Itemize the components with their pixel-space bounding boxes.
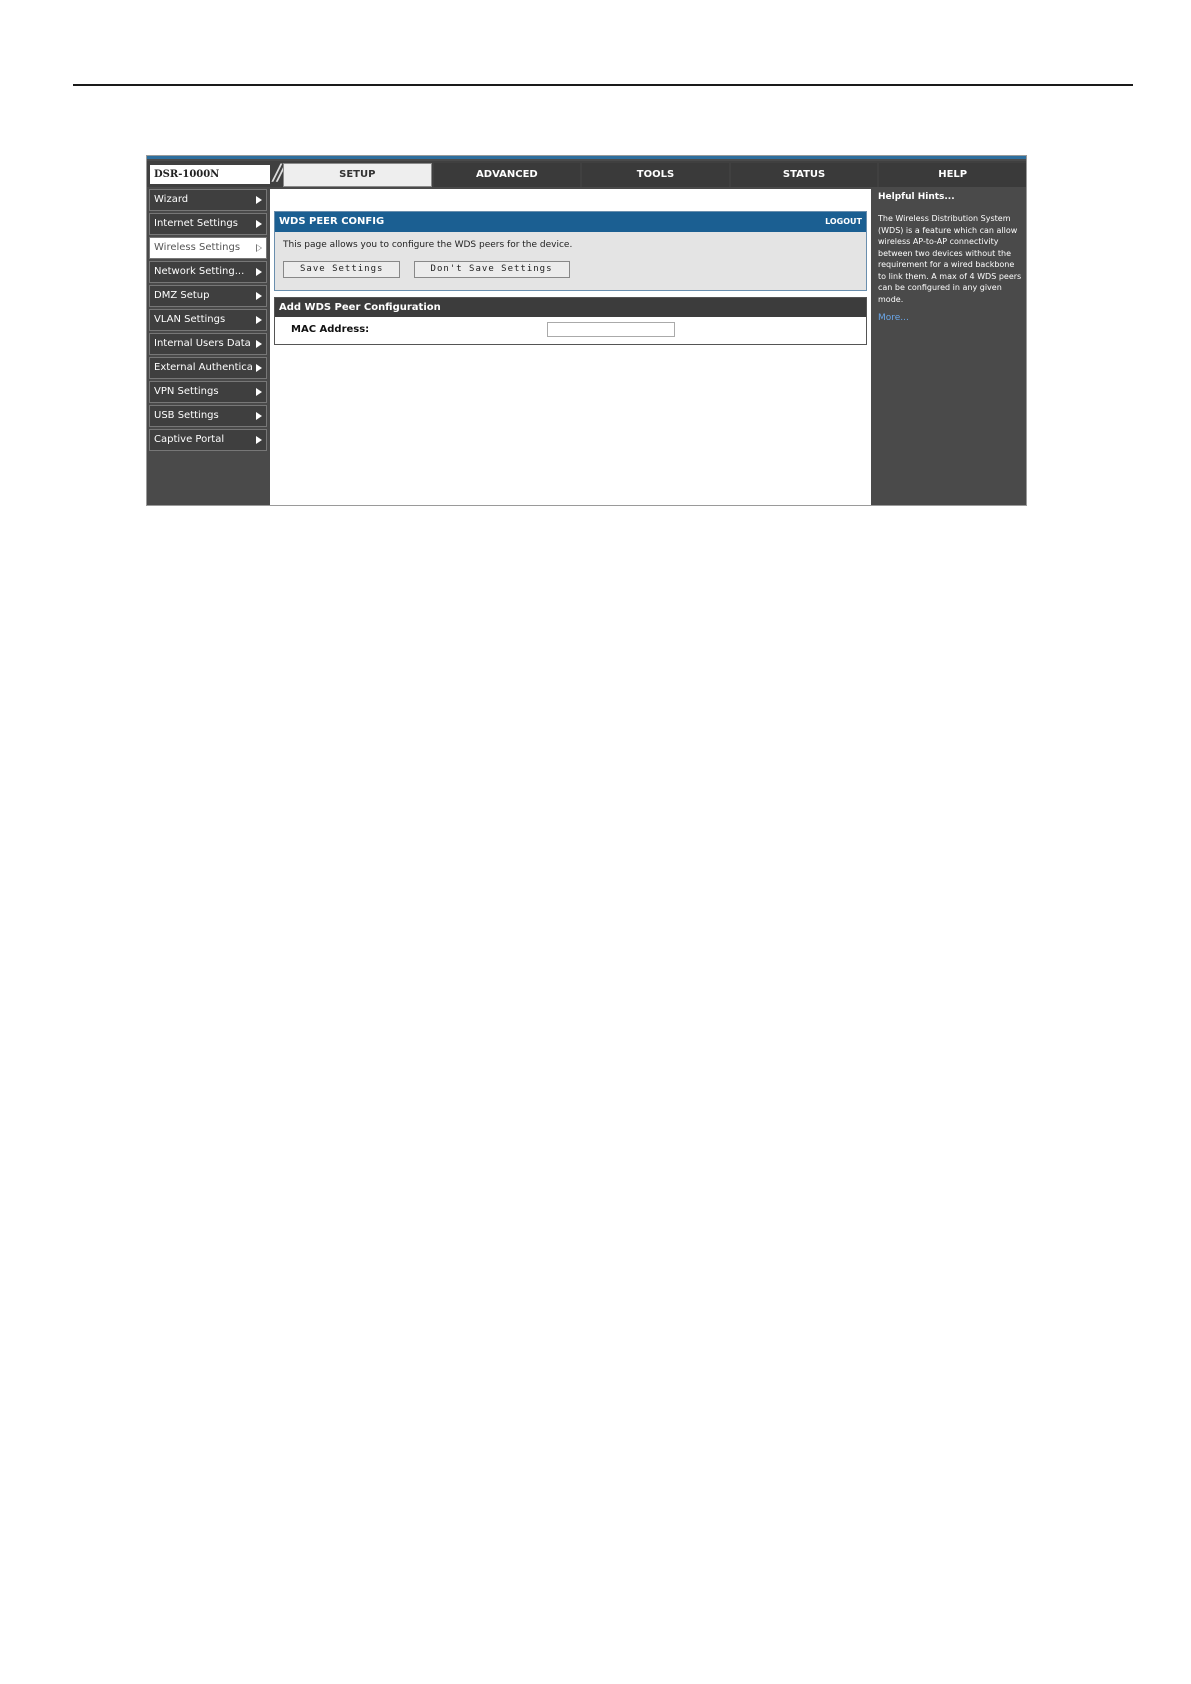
sidebar-item-label: DMZ Setup [154, 290, 210, 301]
sidebar-item-label: VPN Settings [154, 386, 219, 397]
mac-address-label: MAC Address: [291, 324, 370, 335]
sidebar-item-label: Internal Users Data [154, 338, 251, 349]
sidebar-item-label: Wizard [154, 194, 189, 205]
tab-advanced[interactable]: ADVANCED [433, 163, 581, 187]
sidebar-item-label: Captive Portal [154, 434, 225, 445]
sidebar-item-label: VLAN Settings [154, 314, 226, 325]
sidebar-item-wizard[interactable]: Wizard [149, 189, 267, 211]
help-more-link[interactable]: More... [874, 305, 1024, 323]
chevron-right-icon [256, 412, 262, 420]
tab-status[interactable]: STATUS [730, 163, 878, 187]
logout-link[interactable]: LOGOUT [825, 212, 862, 232]
sidebar-item-network-settings[interactable]: Network Setting... [149, 261, 267, 283]
button-row: Save Settings Don't Save Settings [275, 250, 866, 278]
mac-address-row: MAC Address: [275, 317, 866, 343]
panel-header: WDS PEER CONFIG LOGOUT [275, 212, 866, 232]
wds-peer-config-panel: WDS PEER CONFIG LOGOUT This page allows … [274, 211, 867, 291]
sidebar-item-label: Internet Settings [154, 218, 238, 229]
tab-tools[interactable]: TOOLS [582, 163, 729, 187]
add-wds-peer-panel: Add WDS Peer Configuration MAC Address: [274, 297, 867, 345]
chevron-right-icon [256, 220, 262, 228]
model-logo: DSR-1000N [150, 165, 270, 184]
sidebar-item-captive-portal[interactable]: Captive Portal [149, 429, 267, 451]
header-bar: DSR-1000N // SETUP ADVANCED TOOLS STATUS… [147, 161, 1026, 187]
sidebar-item-usb-settings[interactable]: USB Settings [149, 405, 267, 427]
chevron-right-icon [256, 316, 262, 324]
page-description: This page allows you to configure the WD… [283, 240, 573, 250]
sidebar-item-label: External Authentica [154, 362, 253, 373]
main-tabs: SETUP ADVANCED TOOLS STATUS HELP [281, 163, 1026, 187]
chevron-right-icon [256, 340, 262, 348]
help-text: The Wireless Distribution System (WDS) i… [878, 214, 1022, 304]
mac-address-input[interactable] [547, 322, 675, 337]
save-settings-button[interactable]: Save Settings [283, 261, 401, 278]
sidebar-item-vpn-settings[interactable]: VPN Settings [149, 381, 267, 403]
chevron-right-icon [256, 196, 262, 204]
tab-setup[interactable]: SETUP [283, 163, 432, 187]
chevron-right-icon [256, 364, 262, 372]
main-content: WDS PEER CONFIG LOGOUT This page allows … [270, 189, 871, 505]
sidebar-item-internet-settings[interactable]: Internet Settings [149, 213, 267, 235]
chevron-right-icon [256, 292, 262, 300]
sidebar-item-wireless-settings[interactable]: Wireless Settings [149, 237, 267, 259]
chevron-right-icon [256, 436, 262, 444]
chevron-right-outline-icon [256, 244, 262, 252]
sidebar-item-label: Network Setting... [154, 266, 245, 277]
sidebar-item-vlan-settings[interactable]: VLAN Settings [149, 309, 267, 331]
chevron-right-icon [256, 388, 262, 396]
top-accent-line [147, 156, 1026, 159]
tab-help[interactable]: HELP [879, 163, 1026, 187]
sidebar-item-external-authentication[interactable]: External Authentica [149, 357, 267, 379]
sidebar-menu: Wizard Internet Settings Wireless Settin… [149, 189, 267, 453]
page-top-rule [73, 84, 1133, 86]
sidebar-item-label: USB Settings [154, 410, 219, 421]
page-title: WDS PEER CONFIG [279, 216, 385, 227]
help-title: Helpful Hints... [878, 192, 955, 202]
help-panel: Helpful Hints... The Wireless Distributi… [874, 189, 1024, 323]
sidebar-item-internal-users-data[interactable]: Internal Users Data [149, 333, 267, 355]
chevron-right-icon [256, 268, 262, 276]
sidebar-item-dmz-setup[interactable]: DMZ Setup [149, 285, 267, 307]
dont-save-settings-button[interactable]: Don't Save Settings [413, 261, 570, 278]
router-ui-frame: DSR-1000N // SETUP ADVANCED TOOLS STATUS… [146, 155, 1027, 506]
section-title: Add WDS Peer Configuration [275, 298, 866, 317]
sidebar-item-label: Wireless Settings [154, 242, 241, 253]
